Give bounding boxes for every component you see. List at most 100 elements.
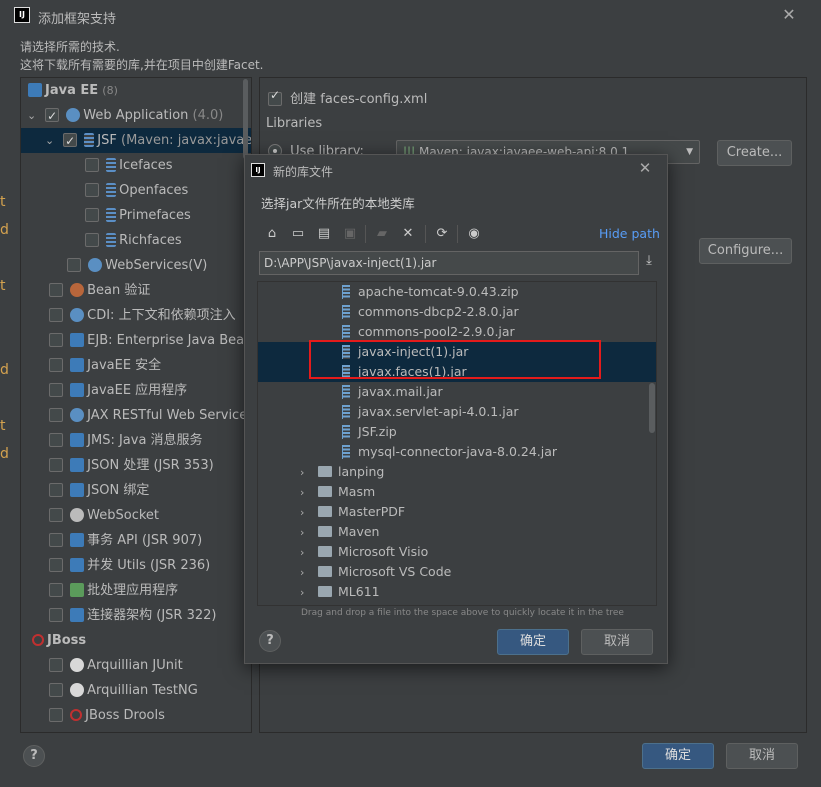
tree-item-primefaces[interactable]: Primefaces (85, 203, 191, 228)
tree-item-webservices[interactable]: WebServices(V) (67, 253, 207, 278)
folder-item[interactable]: › Maven (258, 522, 656, 542)
chevron-right-icon[interactable]: › (300, 563, 318, 583)
tree-item-bean[interactable]: Bean 验证 (49, 278, 150, 303)
hide-path-link[interactable]: Hide path (599, 226, 660, 241)
checkbox-primefaces[interactable] (85, 207, 99, 222)
close-icon[interactable]: ✕ (778, 4, 800, 26)
path-input[interactable]: D:\APP\JSP\javax-inject(1).jar (259, 251, 639, 275)
tree-item-arquillian-junit[interactable]: Arquillian JUnit (49, 653, 183, 678)
list-item[interactable]: commons-dbcp2-2.8.0.jar (258, 302, 656, 322)
folder-item[interactable]: › Microsoft VS Code (258, 562, 656, 582)
checkbox-json-binding[interactable] (49, 482, 63, 497)
folder-item[interactable]: › Microsoft Visio (258, 542, 656, 562)
chevron-down-icon[interactable]: ⌄ (45, 128, 59, 153)
checkbox-richfaces[interactable] (85, 232, 99, 247)
tree-item-arquillian-testng[interactable]: Arquillian TestNG (49, 678, 198, 703)
checkbox-web-application[interactable] (45, 104, 60, 129)
chevron-right-icon[interactable]: › (300, 523, 318, 543)
checkbox-json-processing[interactable] (49, 457, 63, 472)
configure-button[interactable]: Configure... (699, 238, 792, 264)
checkbox-connector[interactable] (49, 607, 63, 622)
chevron-right-icon[interactable]: › (300, 463, 318, 483)
checkbox-openfaces[interactable] (85, 182, 99, 197)
dialog-ok-button[interactable]: 确定 (497, 629, 569, 655)
chevron-right-icon[interactable]: › (300, 543, 318, 563)
tree-item-javaee-app[interactable]: JavaEE 应用程序 (49, 378, 187, 403)
home-icon[interactable]: ⌂ (263, 225, 281, 243)
dialog-cancel-button[interactable]: 取消 (581, 629, 653, 655)
module-icon[interactable]: ▣ (341, 225, 359, 243)
checkbox-transaction-api[interactable] (49, 532, 63, 547)
list-item[interactable]: commons-pool2-2.9.0.jar (258, 322, 656, 342)
checkbox-arquillian-testng[interactable] (49, 682, 63, 697)
list-item[interactable]: javax.servlet-api-4.0.1.jar (258, 402, 656, 422)
checkbox-websocket[interactable] (49, 507, 63, 522)
tree-item-batch[interactable]: 批处理应用程序 (49, 578, 178, 603)
file-tree[interactable]: apache-tomcat-9.0.43.zip commons-dbcp2-2… (257, 281, 657, 606)
chevron-right-icon[interactable]: › (300, 483, 318, 503)
checkbox-javaee-security[interactable] (49, 357, 63, 372)
checkbox-arquillian-junit[interactable] (49, 657, 63, 672)
cancel-button[interactable]: 取消 (726, 743, 798, 769)
tree-item-jms[interactable]: JMS: Java 消息服务 (49, 428, 203, 453)
list-item[interactable]: javax.mail.jar (258, 382, 656, 402)
checkbox-create-faces-config[interactable] (268, 88, 282, 106)
chevron-down-icon[interactable]: ⌄ (27, 103, 41, 128)
tree-item-transaction-api[interactable]: 事务 API (JSR 907) (49, 528, 202, 553)
close-icon[interactable]: ✕ (635, 159, 655, 179)
new-folder-icon[interactable]: ▰ (373, 225, 391, 243)
checkbox-batch[interactable] (49, 582, 63, 597)
folder-item[interactable]: › Masm (258, 482, 656, 502)
tree-item-jax-rest[interactable]: JAX RESTful Web Services (49, 403, 251, 428)
tree-scrollbar[interactable] (243, 79, 248, 159)
checkbox-concurrency[interactable] (49, 557, 63, 572)
tree-item-icefaces[interactable]: Icefaces (85, 153, 173, 178)
checkbox-jax-rest[interactable] (49, 407, 63, 422)
checkbox-ejb[interactable] (49, 332, 63, 347)
checkbox-bean[interactable] (49, 282, 63, 297)
checkbox-jsf[interactable] (63, 129, 78, 154)
project-icon[interactable]: ▤ (315, 225, 333, 243)
show-hidden-icon[interactable]: ◉ (465, 225, 483, 243)
tree-item-web-application[interactable]: ⌄ Web Application (4.0) (27, 103, 223, 129)
tree-item-ejb[interactable]: EJB: Enterprise Java Beans (49, 328, 251, 353)
delete-icon[interactable]: ✕ (399, 225, 417, 243)
tree-item-openfaces[interactable]: Openfaces (85, 178, 188, 203)
refresh-icon[interactable]: ⟳ (433, 225, 451, 243)
tree-item-javaee-security[interactable]: JavaEE 安全 (49, 353, 161, 378)
list-item[interactable]: mysql-connector-java-8.0.24.jar (258, 442, 656, 462)
desktop-icon[interactable]: ▭ (289, 225, 307, 243)
file-tree-scrollbar[interactable] (649, 383, 655, 433)
tree-group-javaee[interactable]: Java EE (8) (25, 78, 118, 103)
ok-button[interactable]: 确定 (642, 743, 714, 769)
download-icon[interactable]: ⤓ (641, 253, 657, 271)
checkbox-jms[interactable] (49, 432, 63, 447)
checkbox-jboss-drools[interactable] (49, 707, 63, 722)
create-button[interactable]: Create... (717, 140, 792, 166)
tree-group-jboss[interactable]: JBoss (29, 628, 86, 653)
tree-item-jsf[interactable]: ⌄ JSF (Maven: javax:javaee-w (21, 128, 251, 154)
tree-item-websocket[interactable]: WebSocket (49, 503, 159, 528)
tree-item-concurrency[interactable]: 并发 Utils (JSR 236) (49, 553, 210, 578)
create-faces-config-row[interactable]: 创建 faces-config.xml (268, 88, 427, 107)
tree-item-json-processing[interactable]: JSON 处理 (JSR 353) (49, 453, 214, 478)
tree-item-jboss-drools[interactable]: JBoss Drools (49, 703, 165, 728)
tree-item-cdi[interactable]: CDI: 上下文和依赖项注入 (49, 303, 236, 328)
tree-item-richfaces[interactable]: Richfaces (85, 228, 182, 253)
chevron-right-icon[interactable]: › (300, 583, 318, 603)
checkbox-webservices[interactable] (67, 257, 81, 272)
chevron-right-icon[interactable]: › (300, 503, 318, 523)
checkbox-cdi[interactable] (49, 307, 63, 322)
folder-item[interactable]: › lanping (258, 462, 656, 482)
checkbox-javaee-app[interactable] (49, 382, 63, 397)
help-button[interactable]: ? (23, 745, 45, 767)
list-item[interactable]: apache-tomcat-9.0.43.zip (258, 282, 656, 302)
help-button[interactable]: ? (259, 630, 281, 652)
checkbox-icefaces[interactable] (85, 157, 99, 172)
framework-tree[interactable]: Java EE (8) ⌄ Web Application (4.0) ⌄ JS… (20, 77, 252, 733)
folder-item[interactable]: › MasterPDF (258, 502, 656, 522)
tree-item-json-binding[interactable]: JSON 绑定 (49, 478, 149, 503)
folder-item[interactable]: › ML611 (258, 582, 656, 602)
tree-item-connector[interactable]: 连接器架构 (JSR 322) (49, 603, 216, 628)
list-item[interactable]: JSF.zip (258, 422, 656, 442)
